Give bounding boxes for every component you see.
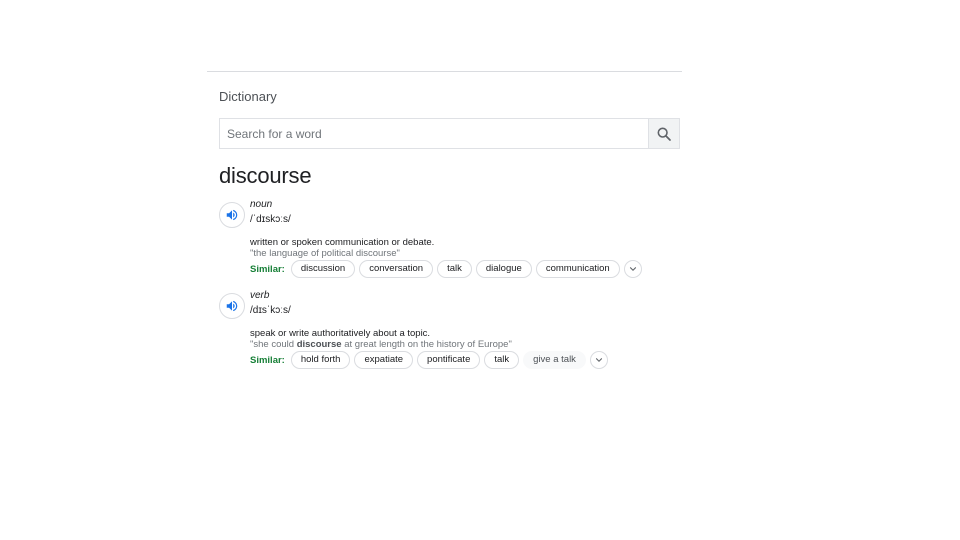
expand-similar-button[interactable] <box>623 260 642 278</box>
example-text: "she could <box>250 339 297 350</box>
speaker-icon <box>226 300 238 312</box>
section-title: Dictionary <box>219 89 277 104</box>
chevron-down-icon <box>595 358 602 362</box>
similar-chip[interactable]: hold forth <box>290 351 351 369</box>
part-of-speech: noun <box>250 199 273 210</box>
example-highlight: discourse <box>296 339 342 350</box>
search-icon <box>657 127 671 141</box>
pronounce-button-noun[interactable] <box>219 202 245 228</box>
entry-verb: verb /dɪsˈkɔːs/ speak or write authorita… <box>219 290 679 383</box>
chevron-down-icon <box>629 267 636 271</box>
similar-chip[interactable]: talk <box>484 351 520 369</box>
expand-similar-button[interactable] <box>589 351 608 369</box>
similar-chip[interactable]: dialogue <box>475 260 532 278</box>
similar-chip[interactable]: give a talk <box>523 351 586 369</box>
similar-chip[interactable]: communication <box>535 260 620 278</box>
definition: speak or write authoritatively about a t… <box>250 328 431 339</box>
definition: written or spoken communication or debat… <box>250 237 435 248</box>
headword: discourse <box>219 163 312 188</box>
example: "she could discourse at great length on … <box>250 339 512 350</box>
similar-chip[interactable]: pontificate <box>417 351 481 369</box>
phonetic: /dɪsˈkɔːs/ <box>250 305 291 316</box>
search-button[interactable] <box>648 119 679 148</box>
speaker-icon <box>226 209 238 221</box>
similar-chip[interactable]: conversation <box>359 260 434 278</box>
similar-row: Similar: hold forth expatiate pontificat… <box>250 351 608 369</box>
search-box <box>219 118 680 149</box>
similar-label: Similar: <box>250 354 285 366</box>
top-divider <box>207 71 682 72</box>
similar-chip[interactable]: expatiate <box>354 351 414 369</box>
similar-row: Similar: discussion conversation talk di… <box>250 260 642 278</box>
entry-noun: noun /ˈdɪskɔːs/ written or spoken commun… <box>219 199 679 292</box>
example-text: at great length on the history of Europe… <box>341 339 512 350</box>
pronounce-button-verb[interactable] <box>219 293 245 319</box>
example: "the language of political discourse" <box>250 248 400 259</box>
similar-label: Similar: <box>250 263 285 275</box>
search-input[interactable] <box>220 119 648 148</box>
phonetic: /ˈdɪskɔːs/ <box>250 214 291 225</box>
part-of-speech: verb <box>250 290 270 301</box>
similar-chip[interactable]: talk <box>437 260 472 278</box>
similar-chip[interactable]: discussion <box>290 260 356 278</box>
